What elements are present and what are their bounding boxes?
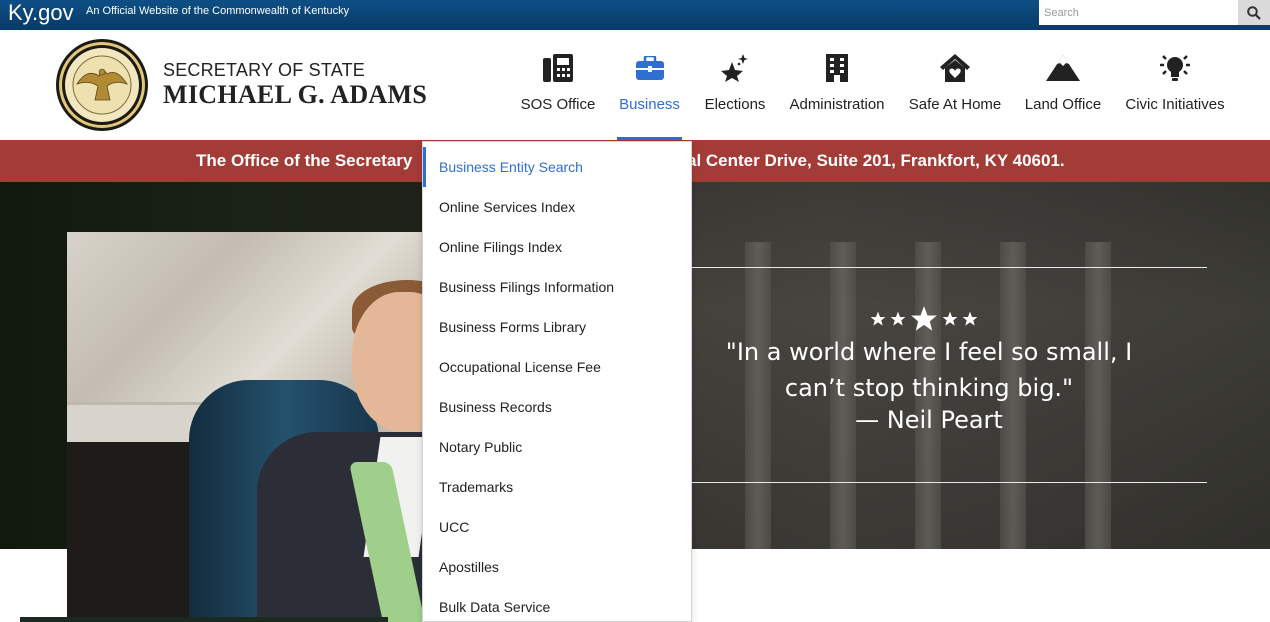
menu-item-notary-public[interactable]: Notary Public bbox=[423, 427, 691, 467]
menu-item-online-services-index[interactable]: Online Services Index bbox=[423, 187, 691, 227]
search-input[interactable] bbox=[1039, 0, 1238, 25]
nav-label: Business bbox=[619, 96, 680, 113]
nav-label: Safe At Home bbox=[908, 96, 1002, 113]
nav-label: Civic Initiatives bbox=[1125, 96, 1225, 113]
nav-administration[interactable]: Administration bbox=[788, 30, 886, 140]
search-icon bbox=[1247, 5, 1261, 20]
menu-item-ucc[interactable]: UCC bbox=[423, 507, 691, 547]
star-sparkle-icon bbox=[721, 54, 748, 82]
official-website-text: An Official Website of the Commonwealth … bbox=[86, 5, 350, 17]
star-icon bbox=[870, 311, 886, 326]
nav-business[interactable]: Business bbox=[617, 30, 682, 140]
quote-author: — Neil Peart bbox=[855, 406, 1003, 434]
nav-sos-office[interactable]: SOS Office bbox=[519, 30, 597, 140]
menu-item-apostilles[interactable]: Apostilles bbox=[423, 547, 691, 587]
house-heart-icon bbox=[940, 54, 970, 82]
site-header: SECRETARY OF STATE MICHAEL G. ADAMS SOS … bbox=[0, 30, 1270, 140]
quote-divider-bottom bbox=[690, 482, 1207, 483]
gov-top-bar: Ky.gov An Official Website of the Common… bbox=[0, 0, 1270, 30]
address-text-right: al Center Drive, Suite 201, Frankfort, K… bbox=[687, 151, 1065, 170]
briefcase-icon bbox=[635, 56, 664, 80]
menu-item-business-forms-library[interactable]: Business Forms Library bbox=[423, 307, 691, 347]
address-text-left: The Office of the Secretary bbox=[196, 151, 413, 170]
secretary-portrait bbox=[67, 232, 422, 622]
rating-stars bbox=[870, 305, 978, 333]
business-dropdown-menu: Business Entity Search Online Services I… bbox=[422, 141, 692, 622]
star-icon bbox=[911, 306, 937, 331]
star-icon bbox=[890, 311, 906, 326]
star-icon bbox=[962, 311, 978, 326]
hero-quote: "In a world where I feel so small, I can… bbox=[725, 338, 1133, 402]
menu-item-business-entity-search[interactable]: Business Entity Search bbox=[423, 147, 691, 187]
nav-safe-at-home[interactable]: Safe At Home bbox=[907, 30, 1003, 140]
search-button[interactable] bbox=[1238, 0, 1270, 25]
nav-label: Land Office bbox=[1024, 96, 1102, 113]
nav-land-office[interactable]: Land Office bbox=[1023, 30, 1103, 140]
menu-item-trademarks[interactable]: Trademarks bbox=[423, 467, 691, 507]
lightbulb-icon bbox=[1160, 55, 1190, 81]
ky-gov-logo[interactable]: Ky.gov bbox=[8, 0, 74, 30]
kentucky-seal-icon[interactable] bbox=[55, 38, 149, 132]
menu-item-online-filings-index[interactable]: Online Filings Index bbox=[423, 227, 691, 267]
nav-label: Elections bbox=[704, 96, 766, 113]
menu-item-bulk-data-service[interactable]: Bulk Data Service bbox=[423, 587, 691, 622]
nav-label: Administration bbox=[789, 96, 885, 113]
menu-item-occupational-license-fee[interactable]: Occupational License Fee bbox=[423, 347, 691, 387]
menu-item-business-records[interactable]: Business Records bbox=[423, 387, 691, 427]
menu-item-business-filings-information[interactable]: Business Filings Information bbox=[423, 267, 691, 307]
quote-divider-top bbox=[690, 267, 1207, 268]
building-icon bbox=[826, 54, 848, 82]
star-icon bbox=[942, 311, 958, 326]
bottom-strip bbox=[20, 617, 388, 622]
brand-name[interactable]: MICHAEL G. ADAMS bbox=[163, 80, 427, 110]
brand-title[interactable]: SECRETARY OF STATE bbox=[163, 60, 365, 81]
nav-elections[interactable]: Elections bbox=[703, 30, 767, 140]
mountain-icon bbox=[1046, 55, 1080, 81]
nav-civic-initiatives[interactable]: Civic Initiatives bbox=[1124, 30, 1226, 140]
nav-label: SOS Office bbox=[520, 96, 596, 113]
fax-icon bbox=[543, 54, 573, 82]
